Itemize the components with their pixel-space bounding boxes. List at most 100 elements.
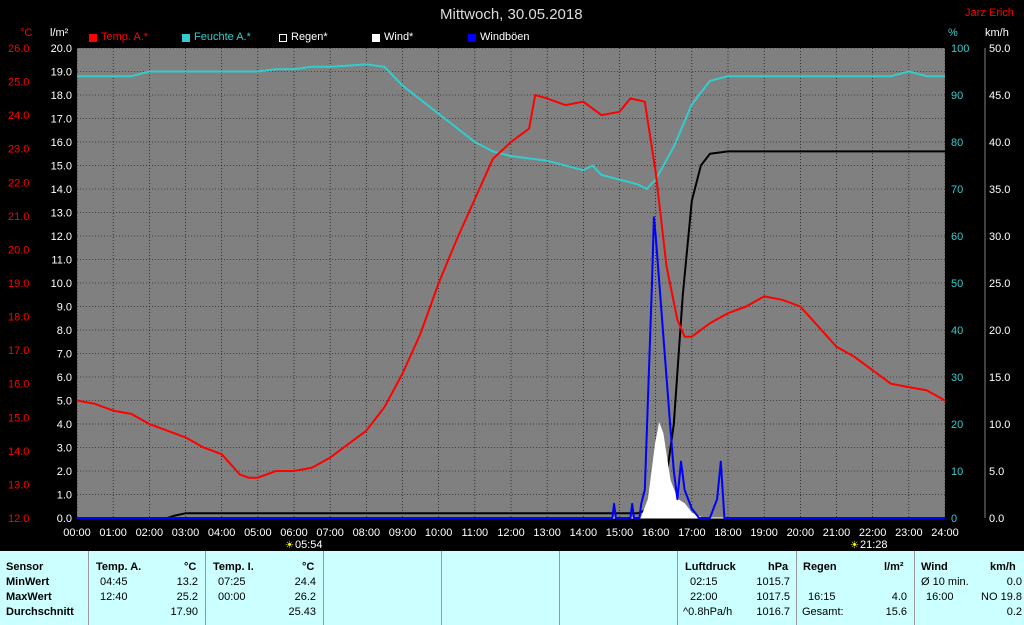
temp-i-header: Temp. I.: [213, 561, 254, 573]
legend-swatch-rain: [279, 34, 287, 42]
wind-unit: km/h: [990, 561, 1016, 573]
temp-tick-label: 13.0: [8, 479, 29, 491]
x-tick-label: 18:00: [714, 527, 742, 539]
temp-tick-label: 14.0: [8, 446, 29, 458]
statistics-table: Sensor MinWert MaxWert Durchschnitt Temp…: [0, 551, 1024, 625]
wind-tick-label: 45.0: [989, 90, 1010, 102]
rain-tick-label: 15.0: [51, 161, 72, 173]
divider: [323, 551, 324, 625]
temp-tick-label: 21.0: [8, 211, 29, 223]
x-tick-label: 21:00: [823, 527, 851, 539]
rain-tick-label: 10.0: [51, 278, 72, 290]
pressure-unit: hPa: [768, 561, 789, 573]
sunrise-marker: ☀ 05:54: [285, 539, 323, 551]
wind-max-value: NO 19.8: [981, 591, 1022, 603]
x-tick-label: 01:00: [99, 527, 127, 539]
pressure-average: 1016.7: [756, 606, 790, 618]
x-tick-label: 24:00: [931, 527, 959, 539]
humidity-tick-label: 30: [951, 372, 963, 384]
divider: [559, 551, 560, 625]
divider: [796, 551, 797, 625]
wind-tick-label: 50.0: [989, 43, 1010, 55]
avg-row-label: Durchschnitt: [6, 606, 74, 618]
chart-title: Mittwoch, 30.05.2018: [440, 6, 583, 23]
temp-a-average: 17.90: [170, 606, 198, 618]
rain-tick-label: 9.0: [57, 302, 72, 314]
x-tick-label: 06:00: [280, 527, 308, 539]
temp-i-max-value: 26.2: [294, 591, 316, 603]
x-tick-label: 17:00: [678, 527, 706, 539]
temp-tick-label: 17.0: [8, 345, 29, 357]
sunset-time: 21:28: [860, 539, 888, 551]
sensor-header: Sensor: [6, 561, 44, 573]
legend-label-wind: Wind*: [384, 31, 414, 43]
rain-tick-label: 7.0: [57, 349, 72, 361]
legend-label-gusts: Windböen: [480, 31, 530, 43]
x-tick-label: 00:00: [63, 527, 91, 539]
rain-tick-label: 6.0: [57, 372, 72, 384]
wind-tick-label: 20.0: [989, 325, 1010, 337]
pressure-max-time: 22:00: [690, 591, 718, 603]
x-tick-label: 14:00: [570, 527, 598, 539]
divider: [88, 551, 89, 625]
x-tick-label: 12:00: [497, 527, 525, 539]
legend-swatch-gusts: [468, 34, 476, 42]
temp-tick-label: 18.0: [8, 312, 29, 324]
min-row-label: MinWert: [6, 576, 50, 588]
rain-tick-label: 0.0: [57, 513, 72, 525]
temp-i-min-time: 07:25: [218, 576, 246, 588]
divider: [441, 551, 442, 625]
rain-total-label: Gesamt:: [802, 606, 844, 618]
wind-avg-label: Ø 10 min.: [921, 576, 969, 588]
rain-tick-label: 8.0: [57, 325, 72, 337]
temp-tick-label: 24.0: [8, 110, 29, 122]
x-tick-label: 10:00: [425, 527, 453, 539]
weather-chart: 00:00 01:00 02:00 03:00 04:00 05:00 06:00 07:00…: [8, 43, 1010, 551]
wind-tick-label: 15.0: [989, 372, 1010, 384]
temp-a-max-value: 25.2: [176, 591, 198, 603]
author-label: Jarz Erich: [965, 7, 1014, 19]
wind-tick-label: 5.0: [989, 466, 1004, 478]
humidity-tick-label: 60: [951, 231, 963, 243]
temp-a-header: Temp. A.: [96, 561, 142, 573]
humidity-tick-label: 90: [951, 90, 963, 102]
x-tick-label: 04:00: [208, 527, 236, 539]
humidity-tick-label: 100: [951, 43, 969, 55]
rain-tick-label: 13.0: [51, 208, 72, 220]
rain-tick-label: 14.0: [51, 184, 72, 196]
sunset-marker: ☀ 21:28: [850, 539, 888, 551]
divider: [914, 551, 915, 625]
legend-swatch-humidity: [182, 34, 190, 42]
temp-tick-label: 20.0: [8, 244, 29, 256]
x-tick-label: 22:00: [859, 527, 887, 539]
humidity-tick-label: 0: [951, 513, 957, 525]
sunrise-icon: ☀: [285, 540, 294, 551]
temp-i-average: 25.43: [288, 606, 316, 618]
pressure-min-time: 02:15: [690, 576, 718, 588]
legend-label-rain: Regen*: [291, 31, 328, 43]
max-row-label: MaxWert: [6, 591, 52, 603]
divider: [677, 551, 678, 625]
humidity-tick-label: 50: [951, 278, 963, 290]
pressure-min-value: 1015.7: [756, 576, 790, 588]
wind-tick-label: 40.0: [989, 137, 1010, 149]
rain-tick-label: 16.0: [51, 137, 72, 149]
temp-tick-label: 23.0: [8, 144, 29, 156]
rain-tick-label: 18.0: [51, 90, 72, 102]
humidity-tick-label: 10: [951, 466, 963, 478]
temp-tick-label: 25.0: [8, 77, 29, 89]
temp-tick-label: 15.0: [8, 412, 29, 424]
pressure-max-value: 1017.5: [756, 591, 790, 603]
legend-swatch-temp: [89, 34, 97, 42]
wind-average: 0.2: [1006, 606, 1022, 618]
wind-tick-label: 0.0: [989, 513, 1004, 525]
rain-tick-label: 2.0: [57, 466, 72, 478]
x-tick-label: 03:00: [172, 527, 200, 539]
temp-i-min-value: 24.4: [294, 576, 316, 588]
x-tick-label: 15:00: [606, 527, 634, 539]
wind-tick-label: 35.0: [989, 184, 1010, 196]
rain-max-time: 16:15: [808, 591, 836, 603]
x-tick-label: 02:00: [136, 527, 164, 539]
humidity-tick-label: 40: [951, 325, 963, 337]
wind-tick-label: 25.0: [989, 278, 1010, 290]
